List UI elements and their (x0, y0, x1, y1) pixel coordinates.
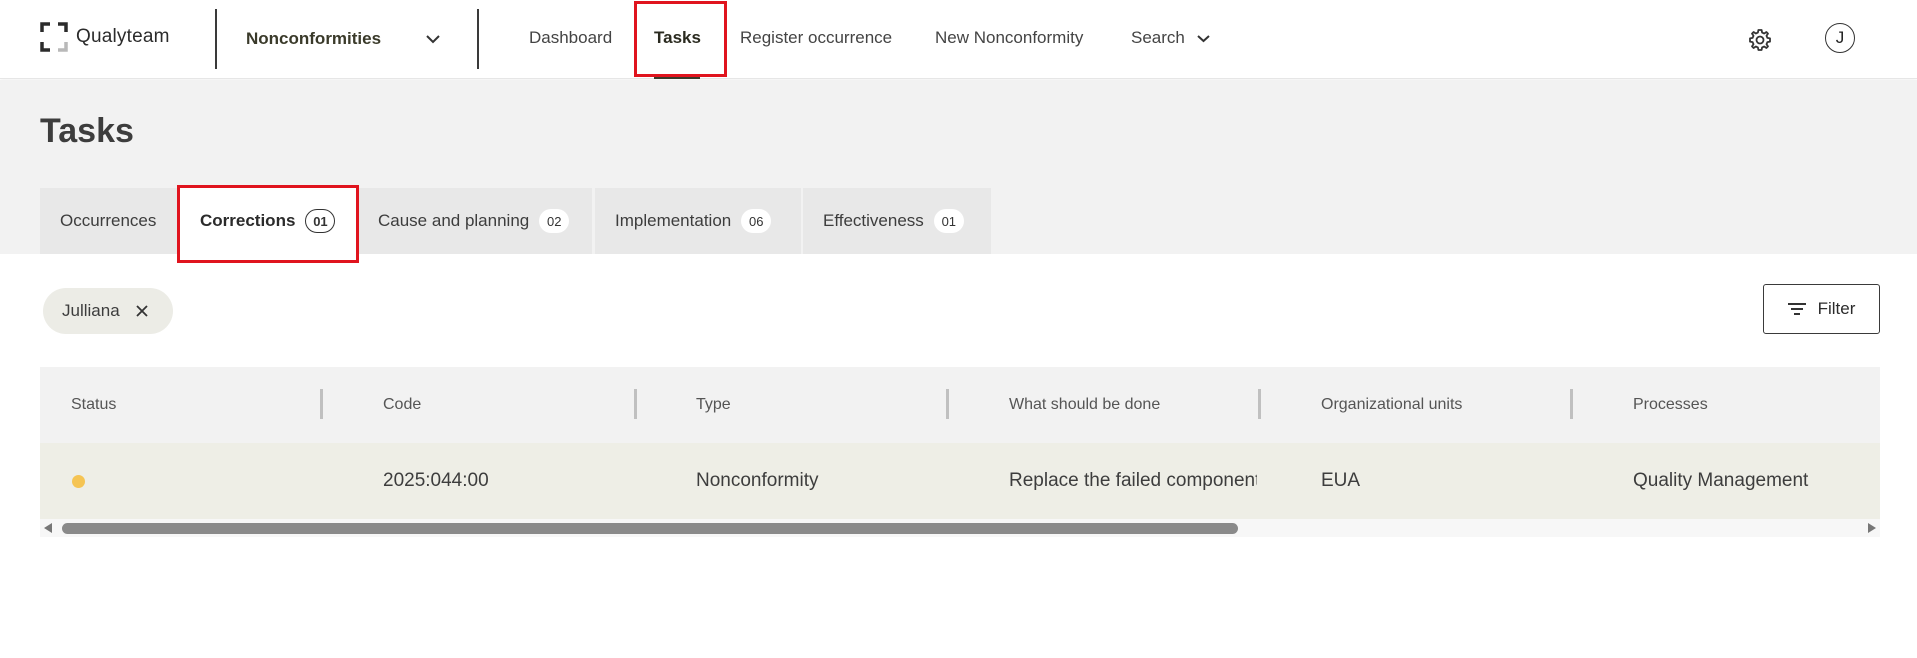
tab-label: Occurrences (60, 211, 157, 230)
avatar-initial: J (1835, 28, 1845, 47)
highlight-tasks (634, 1, 727, 77)
column-header-what-should-be-done[interactable]: What should be done (1009, 367, 1160, 443)
code-cell: 2025:044:00 (383, 470, 489, 491)
scroll-right-icon[interactable] (1868, 523, 1876, 533)
chevron-down-icon (426, 35, 440, 44)
tab-implementation[interactable]: Implementation 06 (595, 188, 801, 254)
navbar-divider (215, 9, 217, 69)
column-header-type[interactable]: Type (696, 367, 731, 443)
column-header-processes[interactable]: Processes (1633, 367, 1708, 443)
module-selector[interactable]: Nonconformities (246, 24, 446, 54)
brand-logo[interactable]: Qualyteam (40, 22, 170, 52)
column-resize-handle[interactable] (946, 389, 949, 419)
column-header-code[interactable]: Code (383, 367, 421, 443)
top-navbar: Qualyteam Nonconformities Dashboard Task… (0, 0, 1917, 79)
remove-filter-button[interactable] (136, 305, 148, 317)
what-should-be-done-cell: Replace the failed component (1009, 470, 1257, 491)
gear-icon (1749, 29, 1771, 51)
horizontal-scrollbar[interactable] (40, 519, 1880, 537)
nav-register-occurrence[interactable]: Register occurrence (740, 28, 892, 48)
tab-label: Cause and planning (378, 211, 530, 230)
scroll-left-icon[interactable] (44, 523, 52, 533)
close-icon (136, 305, 148, 317)
page-title: Tasks (40, 112, 134, 150)
tab-count-badge: 01 (933, 209, 964, 233)
organizational-units-cell: EUA (1321, 470, 1361, 491)
type-cell: Nonconformity (696, 470, 819, 491)
nav-new-nonconformity[interactable]: New Nonconformity (935, 28, 1083, 48)
column-resize-handle[interactable] (1570, 389, 1573, 419)
column-resize-handle[interactable] (1258, 389, 1261, 419)
column-header-organizational-units[interactable]: Organizational units (1321, 367, 1462, 443)
filter-button[interactable]: Filter (1763, 284, 1880, 334)
nav-search-menu[interactable]: Search (1131, 28, 1210, 48)
table-header: Status Code Type What should be done Org… (40, 367, 1880, 443)
filter-chip: Julliana (43, 288, 173, 334)
tab-cause-and-planning[interactable]: Cause and planning 02 (358, 188, 592, 254)
highlight-corrections-tab (177, 185, 359, 263)
tab-occurrences[interactable]: Occurrences (40, 188, 178, 254)
qualyteam-logo-icon (40, 22, 68, 52)
module-label: Nonconformities (246, 29, 382, 48)
nav-dashboard[interactable]: Dashboard (529, 28, 612, 48)
nav-search-label: Search (1131, 28, 1185, 47)
processes-cell: Quality Management (1633, 470, 1809, 491)
column-resize-handle[interactable] (320, 389, 323, 419)
chevron-down-icon (1197, 34, 1210, 42)
status-indicator-icon (72, 474, 85, 488)
tab-label: Implementation (615, 211, 732, 230)
column-resize-handle[interactable] (634, 389, 637, 419)
tab-count-badge: 06 (741, 209, 772, 233)
column-header-status[interactable]: Status (71, 367, 116, 443)
filter-button-label: Filter (1817, 299, 1856, 318)
navbar-divider (477, 9, 479, 69)
tab-label: Effectiveness (823, 211, 924, 230)
brand-name: Qualyteam (76, 26, 170, 47)
status-cell (72, 443, 85, 519)
user-avatar[interactable]: J (1825, 23, 1855, 53)
filter-chip-label: Julliana (62, 301, 120, 320)
table-row[interactable]: 2025:044:00 Nonconformity Replace the fa… (40, 443, 1880, 519)
tab-count-badge: 02 (539, 209, 570, 233)
tasks-table: Status Code Type What should be done Org… (40, 367, 1880, 519)
tab-effectiveness[interactable]: Effectiveness 01 (803, 188, 991, 254)
settings-button[interactable] (1746, 26, 1774, 54)
filter-icon (1787, 303, 1806, 315)
scrollbar-thumb[interactable] (62, 523, 1238, 534)
